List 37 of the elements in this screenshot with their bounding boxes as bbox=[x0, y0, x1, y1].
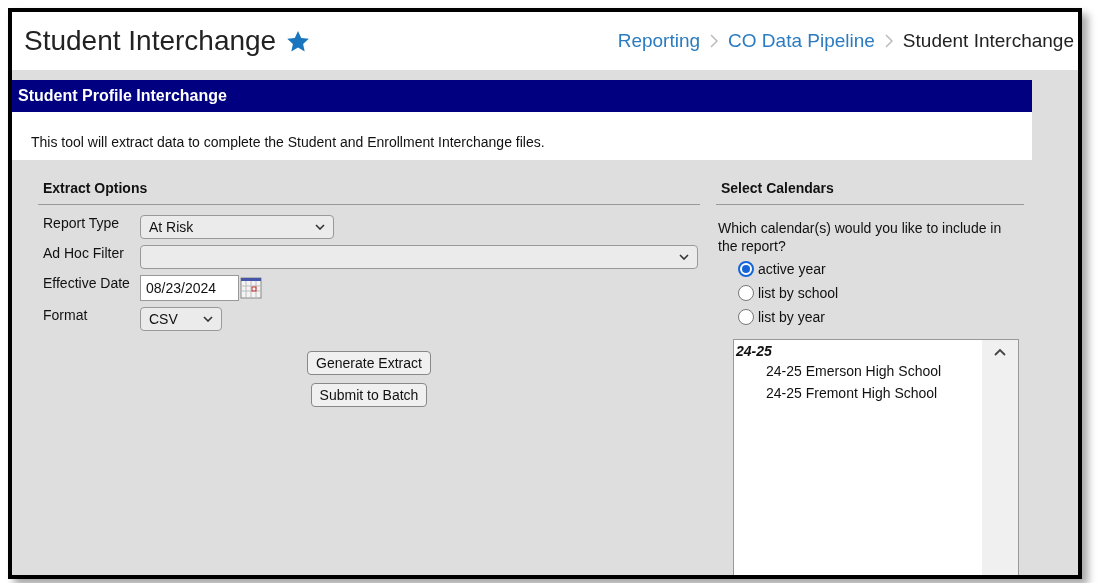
radio-label[interactable]: active year bbox=[758, 261, 826, 277]
date-field[interactable]: 08/23/2024 bbox=[140, 275, 239, 301]
radio-button[interactable] bbox=[738, 309, 754, 325]
chevron-icon bbox=[884, 34, 893, 48]
action-button[interactable]: Generate Extract bbox=[307, 351, 431, 375]
radio-label[interactable]: list by year bbox=[758, 309, 825, 325]
chevron-icon bbox=[710, 34, 719, 48]
page-title: Student Interchange bbox=[24, 25, 277, 57]
section-heading: Extract Options bbox=[38, 180, 700, 205]
radio-button[interactable] bbox=[738, 261, 754, 277]
field-label: Format bbox=[43, 307, 89, 324]
question-text: Which calendar(s) would you like to include in the report? bbox=[717, 219, 1003, 256]
calendar-item[interactable]: 24-25 Fremont High School bbox=[736, 381, 980, 403]
description-text: This tool will extract data to complete the Student and Enrollment Interchange files. bbox=[12, 112, 1032, 160]
field-label: Effective Date bbox=[43, 275, 131, 292]
section-title-bar: Student Profile Interchange bbox=[12, 80, 1032, 112]
radio-label[interactable]: list by school bbox=[758, 285, 839, 301]
dropdown-caret-icon bbox=[679, 254, 689, 260]
field-label: Report Type bbox=[43, 215, 120, 232]
breadcrumb-link[interactable]: Reporting bbox=[617, 30, 701, 52]
breadcrumb-link[interactable]: CO Data Pipeline bbox=[728, 30, 875, 52]
dropdown-field[interactable]: CSV bbox=[140, 307, 222, 331]
calendar-item[interactable]: 24-25 Emerson High School bbox=[736, 359, 980, 381]
dropdown-field[interactable]: At Risk bbox=[140, 215, 334, 239]
calendar-group: 24-25 bbox=[736, 343, 980, 359]
dropdown-caret-icon bbox=[315, 224, 325, 230]
dropdown-field[interactable] bbox=[140, 245, 698, 269]
radio-button[interactable] bbox=[738, 285, 754, 301]
section-heading: Select Calendars bbox=[716, 180, 1024, 205]
field-label: Ad Hoc Filter bbox=[43, 245, 125, 262]
scroll-up-icon[interactable] bbox=[994, 348, 1006, 356]
dropdown-caret-icon bbox=[203, 316, 213, 322]
breadcrumb-current: Student Interchange bbox=[902, 30, 1074, 52]
star-icon[interactable] bbox=[286, 29, 311, 53]
calendar-listbox[interactable]: 24-25 24-25 Emerson High School 24-25 Fremont High School bbox=[733, 339, 1019, 575]
action-button[interactable]: Submit to Batch bbox=[310, 383, 428, 407]
calendar-icon[interactable] bbox=[240, 277, 262, 299]
